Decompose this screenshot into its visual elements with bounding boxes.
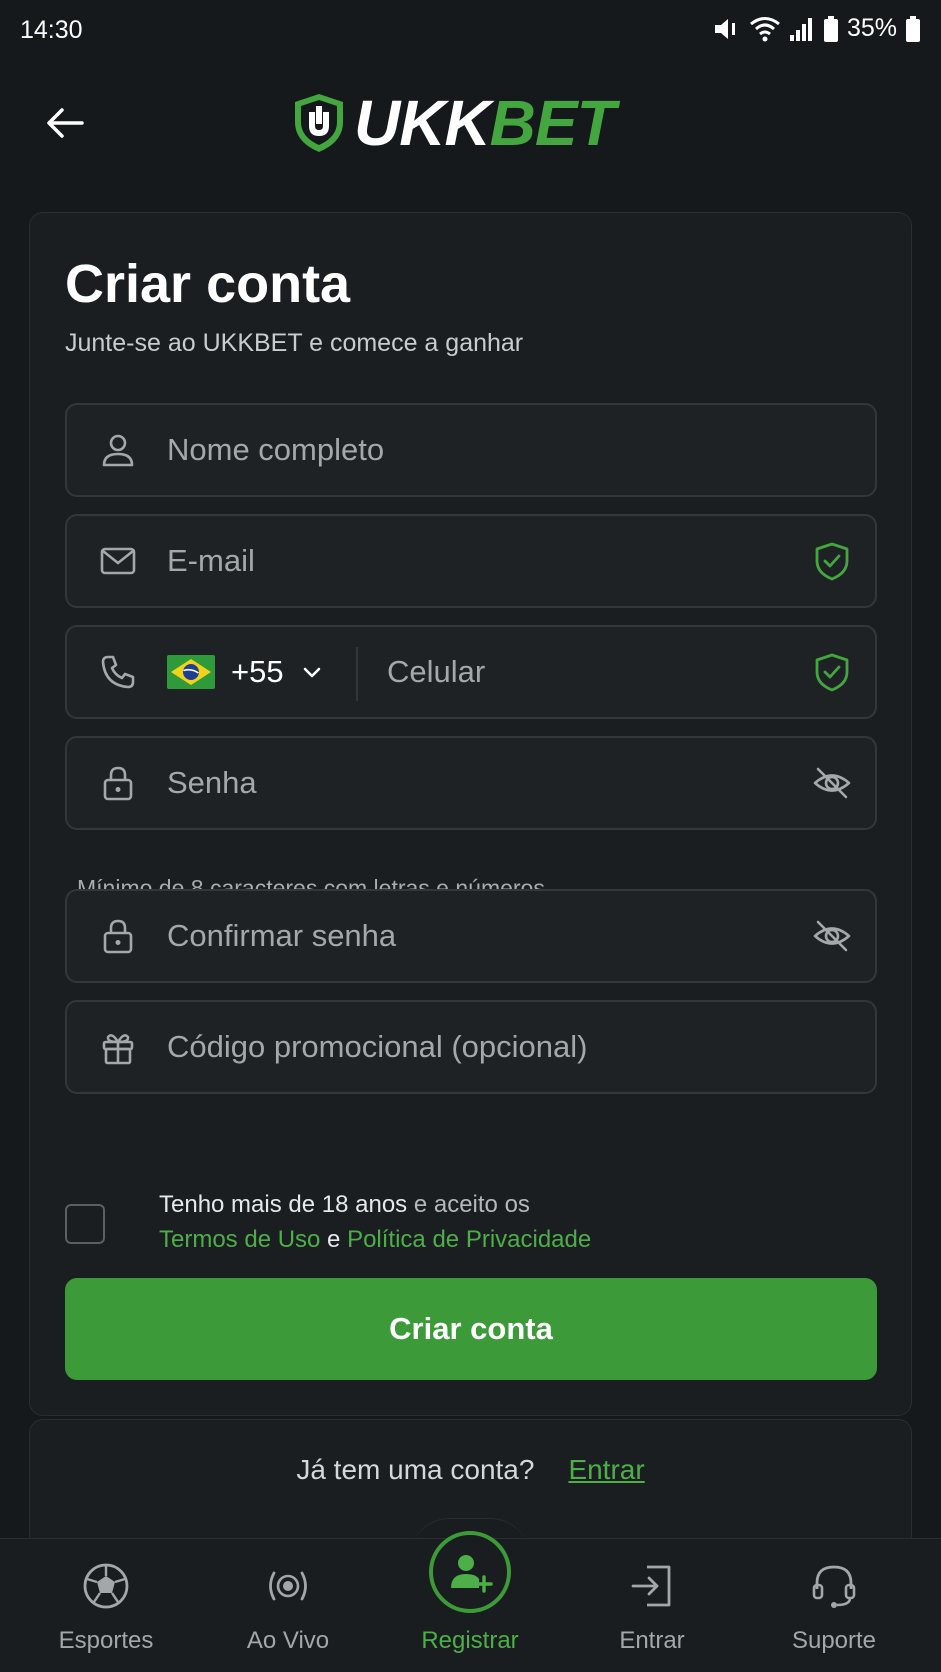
login-link[interactable]: Entrar <box>568 1454 644 1485</box>
back-button[interactable] <box>40 97 92 149</box>
eye-off-icon[interactable] <box>811 915 853 957</box>
confirm-password-input[interactable] <box>167 891 795 981</box>
battery-percent: 35% <box>846 14 897 42</box>
nav-label-esportes: Esportes <box>58 1627 154 1654</box>
nav-label-ao-vivo: Ao Vivo <box>246 1627 330 1654</box>
terms-accept-text: e aceito os <box>407 1191 530 1218</box>
app-header: UKKBET <box>0 62 941 182</box>
promo-code-input[interactable] <box>167 1002 795 1092</box>
terms-checkbox[interactable] <box>65 1204 105 1244</box>
shield-check-icon <box>815 542 849 581</box>
confirm-password-field <box>65 889 877 983</box>
terms-of-use-link[interactable]: Termos de Uso <box>159 1226 320 1253</box>
email-field <box>65 514 877 608</box>
nav-label-registrar: Registrar <box>421 1627 519 1654</box>
nav-item-registrar[interactable]: Registrar <box>379 1531 561 1672</box>
battery-icon <box>823 15 838 42</box>
status-icons: 35% <box>711 14 921 43</box>
brand-bet: BET <box>489 87 616 159</box>
brazil-flag-icon <box>167 655 215 689</box>
wifi-icon <box>750 16 780 41</box>
nav-item-ao-vivo[interactable]: Ao Vivo <box>197 1539 379 1672</box>
shield-logo-icon <box>295 94 343 152</box>
phone-divider <box>356 647 358 701</box>
nav-item-esportes[interactable]: Esportes <box>15 1539 197 1672</box>
dial-code: +55 <box>231 654 284 689</box>
nav-item-suporte[interactable]: Suporte <box>743 1539 925 1672</box>
status-bar: 14:30 35% <box>0 0 941 62</box>
nav-label-suporte: Suporte <box>791 1627 877 1654</box>
promo-code-field <box>65 1000 877 1094</box>
privacy-policy-link[interactable]: Política de Privacidade <box>347 1226 591 1253</box>
login-icon <box>631 1565 671 1607</box>
terms-agreement: Tenho mais de 18 anos e aceito os Termos… <box>65 1183 885 1263</box>
nav-item-entrar[interactable]: Entrar <box>561 1539 743 1672</box>
password-field <box>65 736 877 830</box>
page-title: Criar conta <box>65 254 351 314</box>
terms-age-text: Tenho mais de 18 anos <box>159 1191 408 1218</box>
terms-text: Tenho mais de 18 anos e aceito os Termos… <box>159 1187 591 1257</box>
bottom-nav: Esportes Ao Vivo Registrar Entrar Suport… <box>0 1531 941 1672</box>
brand-ukk: UKK <box>354 87 491 159</box>
status-time: 14:30 <box>20 16 83 44</box>
user-icon <box>102 434 134 467</box>
mail-icon <box>100 547 136 575</box>
full-name-field <box>65 403 877 497</box>
register-card: Criar conta Junte-se ao UKKBET e comece … <box>29 212 912 1416</box>
signal-icon <box>789 17 812 41</box>
register-active-circle <box>429 1531 511 1613</box>
phone-field: +55 <box>65 625 877 719</box>
brand-wordmark: UKKBET <box>354 91 616 155</box>
live-broadcast-icon <box>269 1571 307 1601</box>
login-question: Já tem uma conta? <box>296 1454 535 1485</box>
shield-check-icon <box>815 653 849 692</box>
page-subtitle: Junte-se ao UKKBET e comece a ganhar <box>65 329 524 357</box>
brand-logo: UKKBET <box>292 88 616 158</box>
email-input[interactable] <box>167 516 795 606</box>
add-user-icon <box>451 1555 493 1593</box>
create-account-button[interactable]: Criar conta <box>65 1278 877 1380</box>
nav-label-entrar: Entrar <box>619 1627 685 1654</box>
chevron-down-icon <box>303 667 320 678</box>
password-input[interactable] <box>167 738 795 828</box>
country-code-selector[interactable]: +55 <box>167 627 342 717</box>
vibrate-icon <box>714 18 735 39</box>
eye-off-icon[interactable] <box>811 762 853 804</box>
lock-icon <box>103 766 133 801</box>
phone-input[interactable] <box>387 627 795 717</box>
headset-icon <box>812 1565 856 1608</box>
phone-icon <box>101 655 135 689</box>
terms-and-text: e <box>320 1226 348 1253</box>
battery-full-icon <box>906 15 920 42</box>
gift-icon <box>102 1034 134 1065</box>
login-prompt: Já tem uma conta? Entrar <box>30 1454 911 1486</box>
arrow-left-icon <box>47 108 84 138</box>
full-name-input[interactable] <box>167 405 795 495</box>
soccer-ball-icon <box>83 1563 129 1609</box>
lock-icon <box>103 919 133 954</box>
